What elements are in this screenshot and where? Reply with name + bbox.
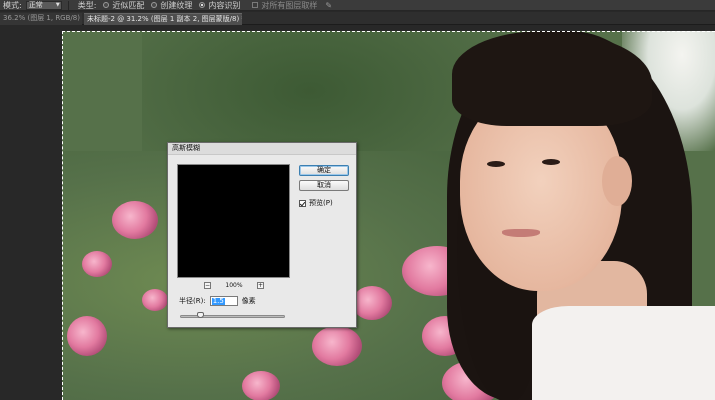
radius-row: 半径(R): 1.5 像素 (179, 296, 256, 306)
ok-button[interactable]: 确定 (299, 165, 349, 176)
chevron-down-icon: ▼ (55, 1, 60, 8)
tab-document-2-active[interactable]: 未标题-2 @ 31.2% (图层 1 副本 2, 图层蒙版/8) *× (84, 13, 242, 25)
workspace (0, 26, 715, 400)
mode-label: 模式: (3, 0, 22, 10)
type-label: 类型: (77, 0, 97, 10)
photo-rose (242, 371, 280, 400)
tab-document-1[interactable]: 36.2% (图层 1, RGB/8) *× (0, 13, 82, 25)
document-canvas[interactable] (62, 31, 715, 400)
zoom-in-button[interactable]: + (257, 282, 264, 289)
sample-all-layers-label: 对所有图层取样 (261, 0, 318, 10)
radius-unit: 像素 (241, 297, 256, 305)
photo-rose (142, 289, 168, 311)
radius-slider-track[interactable] (180, 315, 285, 318)
tab-label: 未标题-2 @ 31.2% (图层 1 副本 2, 图层蒙版/8) * (87, 15, 242, 23)
brush-pressure-icon[interactable]: ✎ (325, 1, 332, 10)
radio-label: 近似匹配 (112, 0, 145, 10)
options-bar: 模式: 正常 ▼ 类型: 近似匹配 创建纹理 内容识别 对所有图层取样 ✎ (0, 0, 715, 11)
radio-icon (151, 2, 158, 8)
radio-create-texture[interactable]: 创建纹理 (151, 0, 193, 10)
radio-icon (103, 2, 110, 8)
photo-rose (312, 326, 362, 366)
radius-input[interactable]: 1.5 (209, 296, 238, 306)
photo-eye (487, 161, 505, 167)
photo-shirt (532, 306, 715, 400)
gaussian-blur-dialog: 高斯模糊 − 100% + 确定 取消 预览(P) 半径(R): 1.5 像素 (167, 142, 357, 328)
photo-rose (112, 201, 158, 239)
sample-all-layers-checkbox[interactable]: 对所有图层取样 (252, 0, 318, 10)
photo-ear (602, 156, 632, 206)
tab-label: 36.2% (图层 1, RGB/8) * (3, 14, 82, 22)
mode-select-value: 正常 (28, 0, 43, 9)
zoom-value: 100% (225, 282, 243, 289)
document-tab-bar: 36.2% (图层 1, RGB/8) *× 未标题-2 @ 31.2% (图层… (0, 12, 715, 25)
preview-label: 预览(P) (309, 199, 333, 207)
cancel-button[interactable]: 取消 (299, 180, 349, 191)
checkbox-icon (252, 2, 259, 8)
blur-preview-pane[interactable] (177, 164, 290, 278)
photo-eye (542, 159, 560, 165)
preview-zoom-controls: − 100% + (204, 281, 264, 290)
radius-input-value: 1.5 (211, 296, 225, 305)
photo-rose (67, 316, 107, 356)
mode-select[interactable]: 正常 ▼ (25, 0, 62, 10)
radius-slider-thumb[interactable] (197, 312, 204, 318)
radio-label: 创建纹理 (160, 0, 193, 10)
radio-proximity-match[interactable]: 近似匹配 (103, 0, 145, 10)
zoom-out-button[interactable]: − (204, 282, 211, 289)
checkbox-checked-icon (299, 199, 306, 207)
photo-rose (352, 286, 392, 320)
photo-mouth (502, 229, 540, 237)
dialog-title[interactable]: 高斯模糊 (168, 143, 356, 155)
radio-label: 内容识别 (208, 0, 241, 10)
radius-label: 半径(R): (179, 297, 206, 305)
radio-selected-icon (199, 2, 206, 8)
photo-rose (82, 251, 112, 277)
radio-content-aware[interactable]: 内容识别 (199, 0, 241, 10)
preview-checkbox[interactable]: 预览(P) (299, 198, 333, 208)
separator (67, 0, 69, 10)
